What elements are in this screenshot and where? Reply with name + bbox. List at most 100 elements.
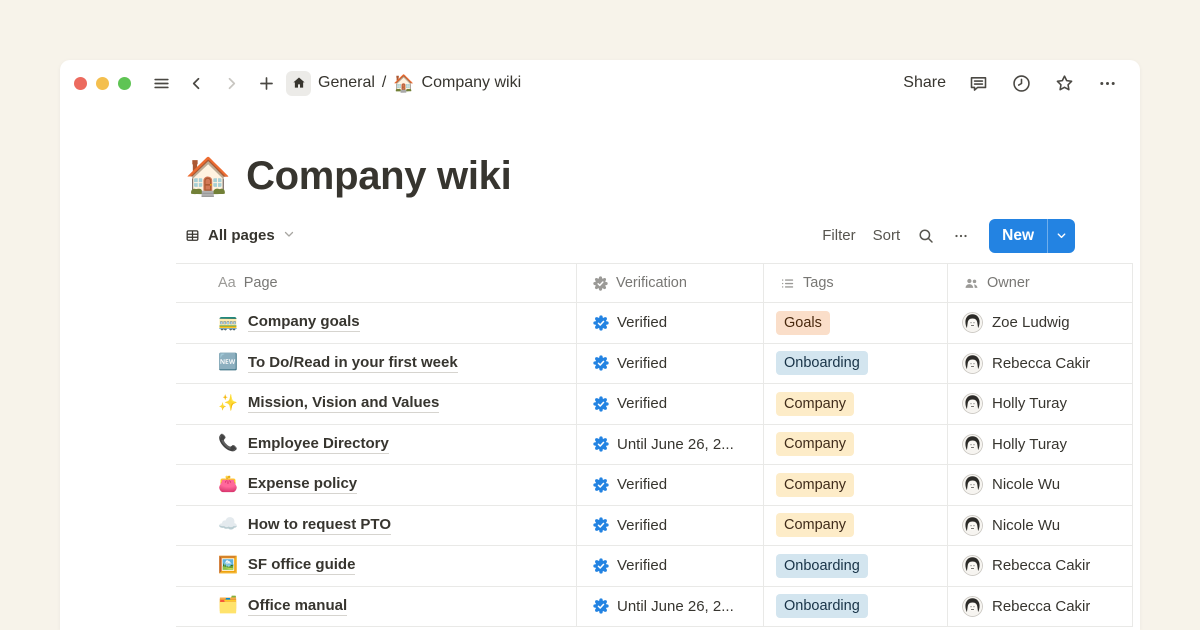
page-title-link[interactable]: SF office guide	[248, 556, 356, 575]
page-icon[interactable]: 🏠	[185, 158, 231, 195]
tags-cell[interactable]: Onboarding	[764, 587, 948, 627]
tags-cell[interactable]: Company	[764, 506, 948, 546]
owner-cell[interactable]: Nicole Wu	[948, 506, 1133, 546]
column-header-page[interactable]: Aa Page	[176, 264, 577, 302]
table-row[interactable]: 🆕 To Do/Read in your first week Verified…	[176, 344, 1133, 385]
verification-cell[interactable]: Verified	[577, 384, 764, 424]
sidebar-menu-icon[interactable]	[150, 72, 172, 94]
tag-chip[interactable]: Company	[776, 432, 854, 456]
verified-badge-icon	[593, 558, 609, 574]
verification-cell[interactable]: Verified	[577, 303, 764, 343]
tags-cell[interactable]: Onboarding	[764, 546, 948, 586]
page-cell[interactable]: 🚃 Company goals	[176, 303, 577, 343]
verification-text: Verified	[617, 557, 667, 574]
owner-cell[interactable]: Rebecca Cakir	[948, 546, 1133, 586]
verified-badge-icon	[593, 315, 609, 331]
people-icon	[964, 276, 979, 291]
verification-cell[interactable]: Until June 26, 2...	[577, 587, 764, 627]
page-emoji-icon: ☁️	[218, 517, 238, 533]
verification-text: Until June 26, 2...	[617, 598, 734, 615]
verification-cell[interactable]: Until June 26, 2...	[577, 425, 764, 465]
updates-clock-icon[interactable]	[1010, 72, 1032, 94]
page-title-link[interactable]: Company goals	[248, 313, 360, 332]
owner-cell[interactable]: Holly Turay	[948, 384, 1133, 424]
more-options-icon[interactable]	[1096, 72, 1118, 94]
verification-cell[interactable]: Verified	[577, 465, 764, 505]
owner-cell[interactable]: Zoe Ludwig	[948, 303, 1133, 343]
new-button-chevron-icon[interactable]	[1048, 219, 1075, 253]
view-options-icon[interactable]	[952, 227, 970, 245]
owner-cell[interactable]: Holly Turay	[948, 425, 1133, 465]
column-header-tags[interactable]: Tags	[764, 264, 948, 302]
favorite-star-icon[interactable]	[1053, 72, 1075, 94]
page-title-link[interactable]: To Do/Read in your first week	[248, 354, 458, 373]
owner-cell[interactable]: Rebecca Cakir	[948, 344, 1133, 384]
share-button[interactable]: Share	[903, 74, 946, 92]
breadcrumb-page-emoji: 🏠	[393, 75, 414, 92]
back-icon[interactable]	[185, 72, 207, 94]
tag-chip[interactable]: Goals	[776, 311, 830, 335]
close-window-button[interactable]	[74, 77, 87, 90]
column-header-owner[interactable]: Owner	[948, 264, 1133, 302]
minimize-window-button[interactable]	[96, 77, 109, 90]
page-emoji-icon: 🗂️	[218, 598, 238, 614]
page-emoji-icon: 🖼️	[218, 558, 238, 574]
verified-badge-icon	[593, 396, 609, 412]
page-cell[interactable]: ✨ Mission, Vision and Values	[176, 384, 577, 424]
chevron-down-icon	[283, 227, 295, 244]
sort-button[interactable]: Sort	[873, 227, 901, 244]
verification-text: Verified	[617, 355, 667, 372]
verification-cell[interactable]: Verified	[577, 344, 764, 384]
zoom-window-button[interactable]	[118, 77, 131, 90]
tag-chip[interactable]: Company	[776, 513, 854, 537]
home-icon[interactable]	[286, 71, 311, 96]
forward-icon	[220, 72, 242, 94]
comments-icon[interactable]	[967, 72, 989, 94]
column-header-verification[interactable]: Verification	[577, 264, 764, 302]
page-cell[interactable]: 🗂️ Office manual	[176, 587, 577, 627]
view-label: All pages	[208, 227, 275, 244]
table-row[interactable]: 🗂️ Office manual Until June 26, 2... Onb…	[176, 587, 1133, 628]
tag-chip[interactable]: Onboarding	[776, 351, 868, 375]
owner-cell[interactable]: Nicole Wu	[948, 465, 1133, 505]
tags-cell[interactable]: Company	[764, 425, 948, 465]
page-cell[interactable]: 📞 Employee Directory	[176, 425, 577, 465]
page-title-link[interactable]: How to request PTO	[248, 516, 391, 535]
page-cell[interactable]: 🆕 To Do/Read in your first week	[176, 344, 577, 384]
tag-chip[interactable]: Company	[776, 473, 854, 497]
search-icon[interactable]	[917, 227, 935, 245]
tags-cell[interactable]: Goals	[764, 303, 948, 343]
table-row[interactable]: 🚃 Company goals Verified Goals Zoe Ludwi…	[176, 303, 1133, 344]
table-row[interactable]: ✨ Mission, Vision and Values Verified Co…	[176, 384, 1133, 425]
table-row[interactable]: 👛 Expense policy Verified Company Nicole…	[176, 465, 1133, 506]
table-row[interactable]: ☁️ How to request PTO Verified Company N…	[176, 506, 1133, 547]
table-row[interactable]: 🖼️ SF office guide Verified Onboarding R…	[176, 546, 1133, 587]
tags-cell[interactable]: Company	[764, 465, 948, 505]
verification-cell[interactable]: Verified	[577, 546, 764, 586]
page-cell[interactable]: 👛 Expense policy	[176, 465, 577, 505]
tag-chip[interactable]: Onboarding	[776, 594, 868, 618]
tags-cell[interactable]: Onboarding	[764, 344, 948, 384]
breadcrumb-page[interactable]: Company wiki	[422, 74, 522, 92]
owner-name: Zoe Ludwig	[992, 314, 1070, 331]
page-title-link[interactable]: Employee Directory	[248, 435, 389, 454]
filter-button[interactable]: Filter	[822, 227, 855, 244]
tag-chip[interactable]: Onboarding	[776, 554, 868, 578]
page-title-link[interactable]: Expense policy	[248, 475, 357, 494]
new-button-label[interactable]: New	[989, 219, 1047, 253]
verification-cell[interactable]: Verified	[577, 506, 764, 546]
page-cell[interactable]: 🖼️ SF office guide	[176, 546, 577, 586]
page-title-link[interactable]: Mission, Vision and Values	[248, 394, 439, 413]
tags-cell[interactable]: Company	[764, 384, 948, 424]
avatar	[962, 393, 983, 414]
breadcrumb-root[interactable]: General	[318, 74, 375, 92]
tag-chip[interactable]: Company	[776, 392, 854, 416]
new-page-icon[interactable]	[255, 72, 277, 94]
view-switcher-all-pages[interactable]: All pages	[185, 227, 295, 244]
page-title-link[interactable]: Office manual	[248, 597, 347, 616]
pages-table: Aa Page Verification Tags Owner	[176, 263, 1133, 627]
new-button[interactable]: New	[989, 219, 1075, 253]
table-row[interactable]: 📞 Employee Directory Until June 26, 2...…	[176, 425, 1133, 466]
owner-cell[interactable]: Rebecca Cakir	[948, 587, 1133, 627]
page-cell[interactable]: ☁️ How to request PTO	[176, 506, 577, 546]
